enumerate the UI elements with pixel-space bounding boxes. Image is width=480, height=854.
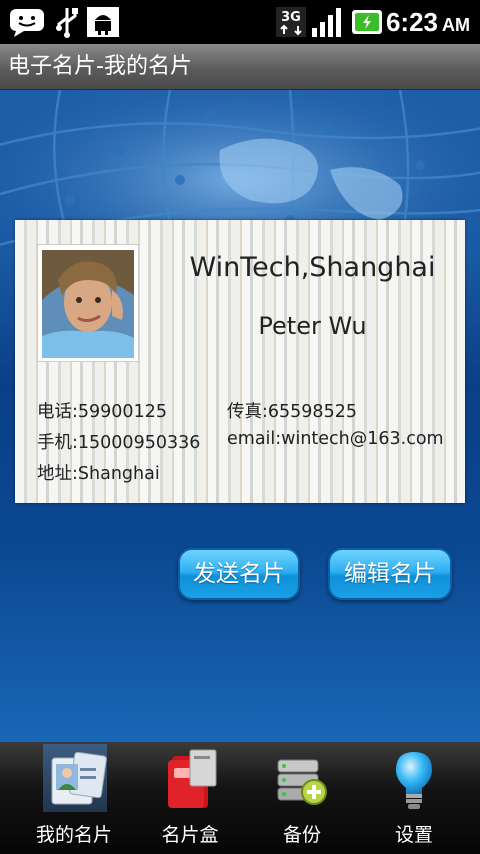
- tab-card-box[interactable]: 名片盒: [130, 742, 250, 854]
- backup-icon: [277, 759, 327, 805]
- battery-charging-icon: [352, 10, 382, 34]
- business-card: WinTech,Shanghai Peter Wu 电话:59900125 传真…: [15, 220, 465, 503]
- mobile-text: 手机:15000950336: [37, 433, 201, 453]
- svg-text:3G: 3G: [281, 10, 301, 25]
- tab-my-card[interactable]: 我的名片: [0, 742, 120, 854]
- time-ampm: AM: [442, 15, 470, 35]
- page-title: 电子名片-我的名片: [8, 54, 192, 79]
- android-debug-icon: [87, 7, 119, 37]
- address-text: 地址:Shanghai: [37, 464, 160, 484]
- photo-frame: [37, 244, 139, 362]
- person-name: Peter Wu: [258, 312, 367, 340]
- send-card-button[interactable]: 发送名片: [178, 548, 300, 600]
- tab-card-box-label: 名片盒: [161, 824, 219, 846]
- avatar-image: [42, 250, 134, 358]
- tab-my-card-label: 我的名片: [35, 824, 112, 846]
- 3g-icon: 3G: [276, 7, 306, 37]
- main-content: WinTech,Shanghai Peter Wu 电话:59900125 传真…: [0, 90, 480, 742]
- profile-photo: [42, 250, 134, 358]
- tab-settings-label: 设置: [394, 824, 433, 846]
- edit-card-button[interactable]: 编辑名片: [328, 548, 452, 600]
- company-name: WinTech,Shanghai: [189, 252, 436, 283]
- my-card-icon: [51, 751, 107, 805]
- tab-backup-label: 备份: [282, 824, 321, 846]
- sms-icon: [10, 9, 44, 37]
- tab-backup[interactable]: 备份: [242, 742, 362, 854]
- time-value: 6:23: [385, 7, 438, 37]
- tab-settings[interactable]: 设置: [354, 742, 474, 854]
- phone-text: 电话:59900125: [37, 402, 167, 422]
- usb-icon: [56, 8, 78, 38]
- status-time: 6:23 AM: [386, 6, 470, 38]
- email-text: email:wintech@163.com: [227, 429, 444, 449]
- settings-bulb-icon: [396, 752, 432, 809]
- title-bar: 电子名片-我的名片: [0, 44, 480, 90]
- fax-text: 传真:65598525: [227, 402, 357, 422]
- status-bar: 3G 6:23 AM: [0, 0, 480, 44]
- card-box-icon: [168, 749, 217, 808]
- bottom-tab-bar: 我的名片 名片盒 备份 设置: [0, 742, 480, 854]
- signal-icon: [312, 8, 341, 37]
